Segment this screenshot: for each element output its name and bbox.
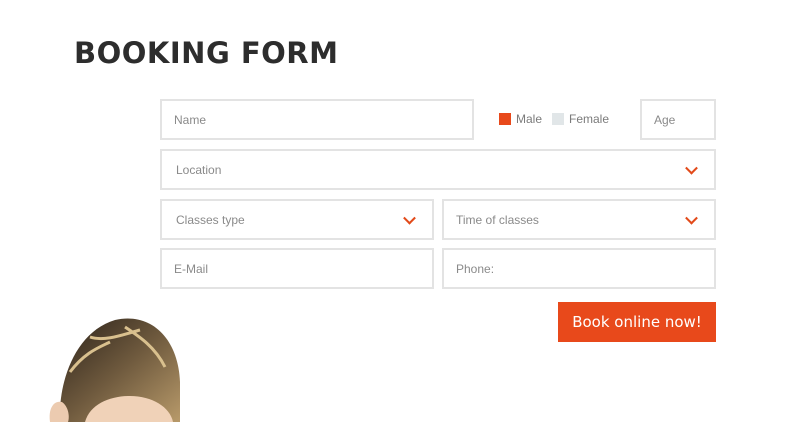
classes-type-select[interactable]: Classes type — [160, 199, 434, 240]
female-label: Female — [569, 112, 610, 126]
chevron-down-icon — [403, 211, 416, 225]
male-radio[interactable] — [499, 113, 511, 125]
time-of-classes-placeholder: Time of classes — [456, 212, 539, 227]
person-photo — [49, 318, 180, 422]
page-title: BOOKING FORM — [74, 36, 339, 70]
age-field[interactable]: Age — [640, 99, 716, 140]
chevron-down-icon — [685, 211, 698, 225]
chevron-down-icon — [685, 161, 698, 175]
location-select[interactable]: Location — [160, 149, 716, 190]
phone-field[interactable]: Phone: — [442, 248, 716, 289]
name-field[interactable]: Name — [160, 99, 474, 140]
male-label: Male — [516, 112, 543, 126]
email-field[interactable]: E-Mail — [160, 248, 434, 289]
name-placeholder: Name — [174, 112, 207, 127]
gender-male-option[interactable]: Male — [499, 112, 542, 126]
time-of-classes-select[interactable]: Time of classes — [442, 199, 716, 240]
gender-female-option[interactable]: Female — [552, 112, 609, 126]
location-placeholder: Location — [176, 162, 222, 177]
book-online-button[interactable]: Book online now! — [558, 302, 716, 342]
age-placeholder: Age — [654, 112, 676, 127]
email-placeholder: E-Mail — [174, 261, 209, 276]
classes-type-placeholder: Classes type — [176, 212, 245, 227]
female-radio[interactable] — [552, 113, 564, 125]
phone-placeholder: Phone: — [456, 261, 495, 276]
